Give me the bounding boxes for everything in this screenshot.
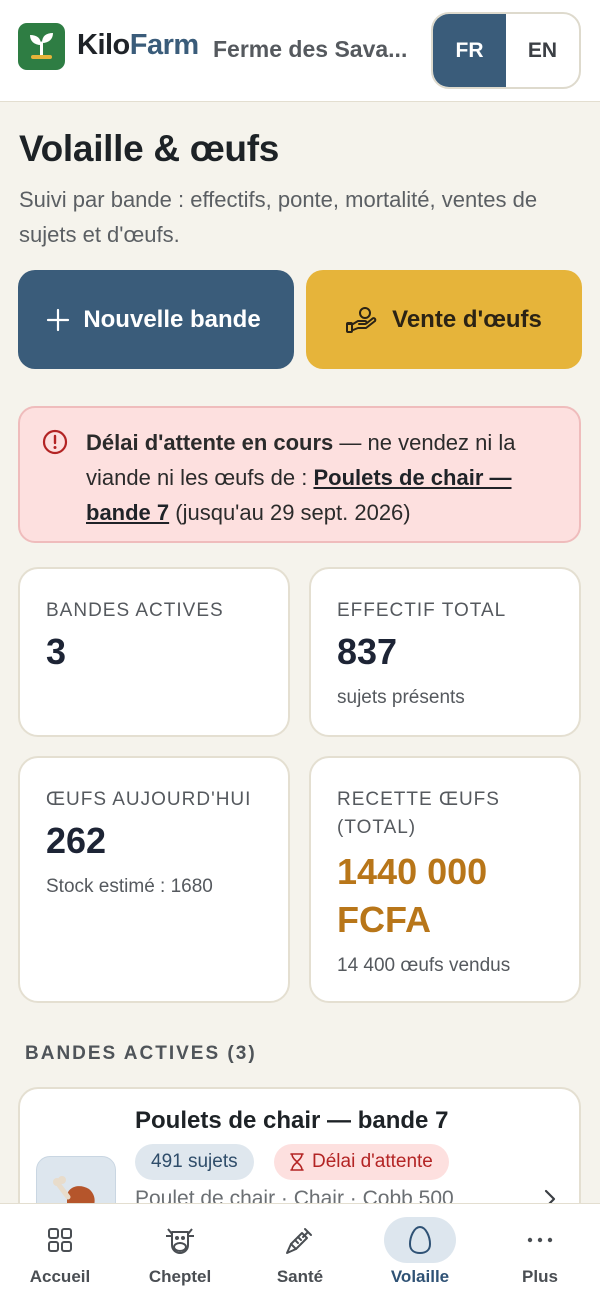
- nav-item-plus[interactable]: Plus: [480, 1204, 600, 1298]
- page-subtitle: Suivi par bande : effectifs, ponte, mort…: [19, 187, 538, 247]
- plus-icon: [46, 308, 70, 331]
- brand-part-2: Farm: [129, 29, 199, 61]
- new-batch-label: Nouvelle bande: [83, 306, 261, 333]
- stat-label: RECETTE ŒUFS (TOTAL): [337, 789, 500, 838]
- new-batch-button[interactable]: Nouvelle bande: [18, 270, 294, 369]
- alert-circle-icon: [42, 429, 68, 455]
- alert-text-2: (jusqu'au 29 sept. 2026): [169, 500, 411, 525]
- syringe-icon: [264, 1217, 336, 1263]
- nav-label: Volaille: [390, 1267, 450, 1286]
- brand-name: KiloFarm: [77, 29, 199, 62]
- brand-part-1: Kilo: [77, 29, 130, 61]
- revenue-amount: 1440 000: [337, 851, 488, 892]
- egg-icon: [384, 1217, 456, 1263]
- nav-label: Accueil: [29, 1267, 91, 1286]
- stat-card-eggs-today: ŒUFS AUJOURD'HUI 262 Stock estimé : 1680: [18, 756, 290, 1003]
- hourglass-icon: [290, 1153, 304, 1171]
- stat-sub: 14 400 œufs vendus: [337, 955, 511, 976]
- revenue-currency: FCFA: [337, 899, 431, 940]
- stat-card-active-batches: BANDES ACTIVES 3: [18, 567, 290, 737]
- grid-icon: [24, 1217, 96, 1263]
- stat-label: EFFECTIF TOTAL: [337, 600, 507, 621]
- nav-item-sante[interactable]: Santé: [240, 1204, 360, 1298]
- farm-selector[interactable]: Ferme des Sava...: [213, 36, 418, 63]
- nav-item-volaille[interactable]: Volaille: [360, 1204, 480, 1298]
- stat-sub: sujets présents: [337, 687, 465, 708]
- app-logo[interactable]: [18, 23, 65, 70]
- alert-strong: Délai d'attente en cours: [86, 430, 334, 455]
- hand-coin-icon: [346, 306, 377, 333]
- top-bar: KiloFarm Ferme des Sava... FR EN: [0, 0, 600, 102]
- nav-label: Cheptel: [148, 1267, 212, 1286]
- bottom-navigation: Accueil Cheptel Santé Volaille Plus: [0, 1203, 600, 1298]
- stat-value: 3: [46, 631, 67, 672]
- stat-card-egg-revenue: RECETTE ŒUFS (TOTAL) 1440 000 FCFA 14 40…: [309, 756, 581, 1003]
- stat-value: 837: [337, 631, 398, 672]
- nav-label: Santé: [276, 1267, 324, 1286]
- batch-delay-badge: Délai d'attente: [274, 1144, 449, 1180]
- stat-label: ŒUFS AUJOURD'HUI: [46, 789, 252, 810]
- batch-count-badge: 491 sujets: [135, 1144, 254, 1180]
- nav-item-cheptel[interactable]: Cheptel: [120, 1204, 240, 1298]
- page-title: Volaille & œufs: [19, 128, 280, 169]
- stat-value: 262: [46, 820, 107, 861]
- cow-icon: [144, 1217, 216, 1263]
- egg-sale-button[interactable]: Vente d'œufs: [306, 270, 582, 369]
- section-title-active-batches: BANDES ACTIVES (3): [25, 1043, 257, 1064]
- sprout-icon: [30, 33, 53, 59]
- stat-value-revenue: 1440 000 FCFA: [337, 848, 487, 944]
- egg-sale-label: Vente d'œufs: [392, 305, 542, 333]
- batch-delay-label: Délai d'attente: [312, 1151, 433, 1172]
- lang-fr-button[interactable]: FR: [433, 14, 506, 87]
- batch-title: Poulets de chair — bande 7: [135, 1107, 449, 1134]
- language-switcher: FR EN: [431, 12, 581, 89]
- nav-label: Plus: [522, 1267, 558, 1286]
- alert-message: Délai d'attente en cours — ne vendez ni …: [86, 425, 566, 530]
- stat-card-total-headcount: EFFECTIF TOTAL 837 sujets présents: [309, 567, 581, 737]
- nav-item-accueil[interactable]: Accueil: [0, 1204, 120, 1298]
- more-icon: [504, 1217, 576, 1263]
- lang-en-button[interactable]: EN: [506, 14, 579, 87]
- stat-label: BANDES ACTIVES: [46, 600, 224, 621]
- withdrawal-alert: Délai d'attente en cours — ne vendez ni …: [18, 406, 581, 543]
- stat-sub: Stock estimé : 1680: [46, 876, 213, 897]
